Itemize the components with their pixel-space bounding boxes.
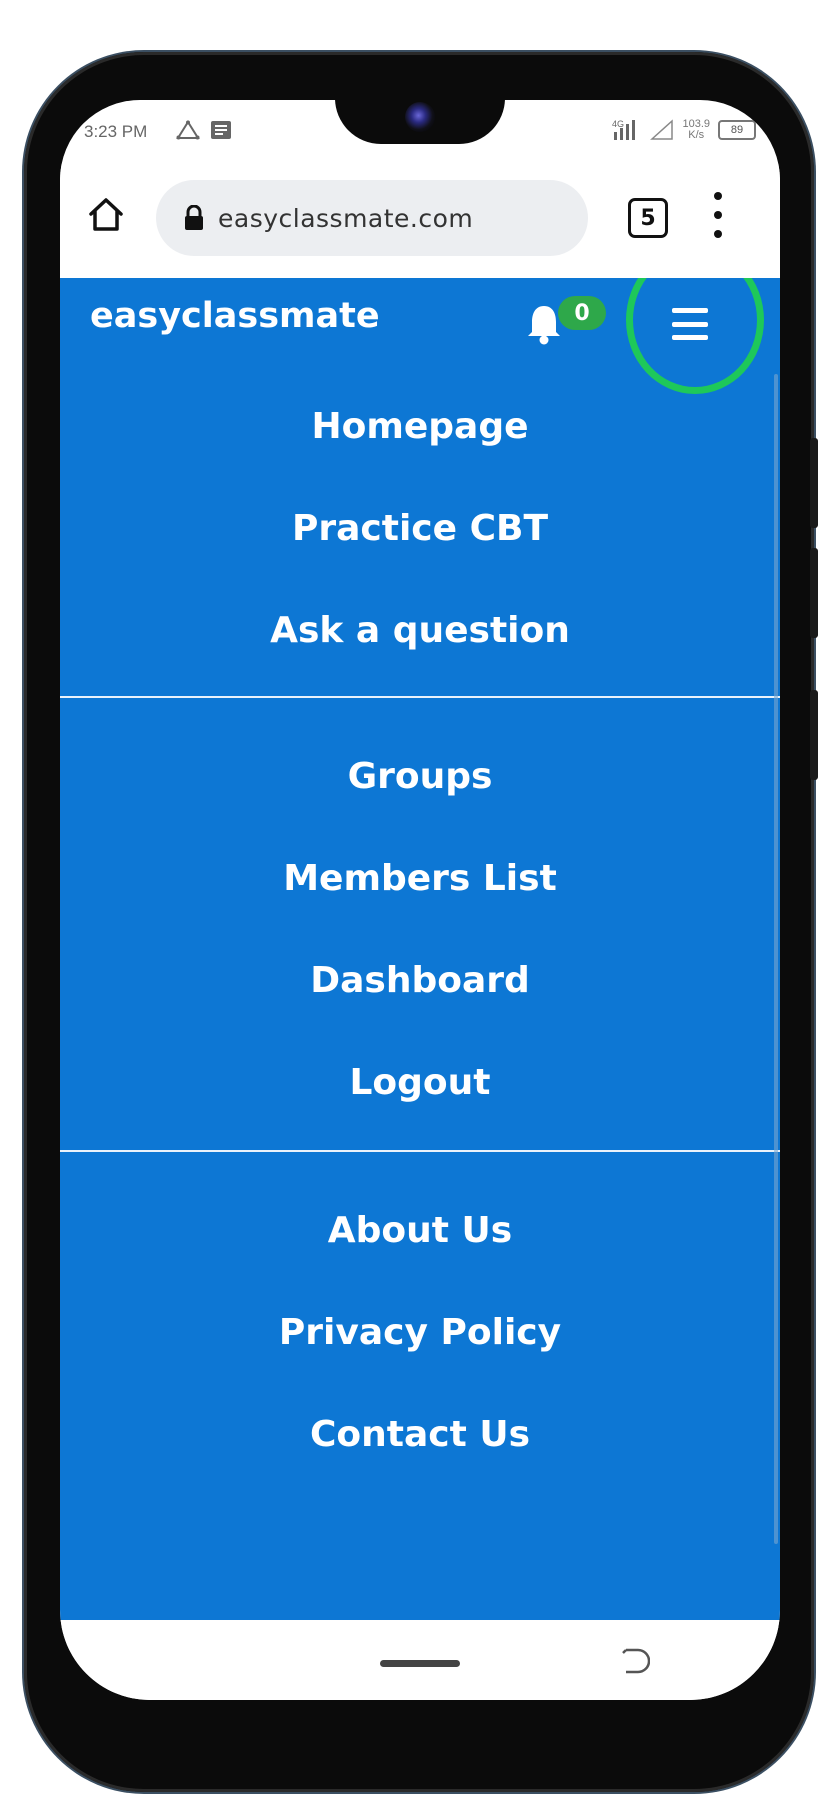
lock-icon xyxy=(182,204,206,232)
site-brand[interactable]: easyclassmate xyxy=(90,296,380,336)
dot-icon xyxy=(714,211,722,219)
back-gesture-icon[interactable] xyxy=(620,1646,650,1676)
menu-item-dashboard[interactable]: Dashboard xyxy=(60,930,780,1032)
notification-count-badge: 0 xyxy=(558,296,606,330)
menu-item-members-list[interactable]: Members List xyxy=(60,828,780,930)
signal-empty-icon xyxy=(650,119,674,140)
menu-item-contact-us[interactable]: Contact Us xyxy=(60,1384,780,1486)
status-notifications xyxy=(176,120,232,140)
home-icon xyxy=(89,198,123,231)
home-gesture-pill[interactable] xyxy=(380,1660,460,1667)
tab-switcher-button[interactable]: 5 xyxy=(628,198,668,238)
network-label: 4G xyxy=(612,119,624,129)
url-text: easyclassmate.com xyxy=(218,203,474,233)
dot-icon xyxy=(714,230,722,238)
menu-item-ask-question[interactable]: Ask a question xyxy=(60,580,780,682)
phone-screen: 3:23 PM 4G 103.9 K/s 89 easyclassmate.co… xyxy=(60,100,780,1700)
network-speed: 103.9 K/s xyxy=(682,119,710,141)
volume-button xyxy=(810,548,818,638)
browser-menu-button[interactable] xyxy=(710,192,726,238)
power-button xyxy=(810,438,818,528)
network-speed-unit: K/s xyxy=(688,129,705,141)
menu-group-main: Homepage Practice CBT Ask a question xyxy=(60,374,780,696)
menu-item-practice-cbt[interactable]: Practice CBT xyxy=(60,478,780,580)
address-bar[interactable]: easyclassmate.com xyxy=(156,180,588,256)
menu-item-homepage[interactable]: Homepage xyxy=(60,376,780,478)
message-icon xyxy=(211,121,231,139)
battery-indicator: 89 xyxy=(718,120,756,140)
triangle-app-icon xyxy=(176,120,200,140)
menu-item-groups[interactable]: Groups xyxy=(60,726,780,828)
menu-group-info: About Us Privacy Policy Contact Us xyxy=(60,1152,780,1486)
dot-icon xyxy=(714,192,722,200)
browser-home-button[interactable] xyxy=(82,190,130,238)
menu-item-privacy-policy[interactable]: Privacy Policy xyxy=(60,1282,780,1384)
browser-toolbar: easyclassmate.com 5 xyxy=(60,164,780,278)
menu-group-account: Groups Members List Dashboard Logout xyxy=(60,698,780,1150)
site-header: easyclassmate 0 xyxy=(60,246,780,394)
system-navigation-bar xyxy=(60,1620,780,1700)
status-time: 3:23 PM xyxy=(84,122,148,141)
menu-item-logout[interactable]: Logout xyxy=(60,1032,780,1134)
camera-icon xyxy=(405,102,435,132)
menu-item-about-us[interactable]: About Us xyxy=(60,1180,780,1282)
side-button xyxy=(810,690,818,780)
camera-notch xyxy=(335,100,505,144)
signal-4g-icon: 4G xyxy=(612,119,636,140)
status-system-icons: 4G 103.9 K/s 89 xyxy=(612,118,756,142)
web-page: easyclassmate 0 Homepage Practice CBT As… xyxy=(60,246,780,1620)
